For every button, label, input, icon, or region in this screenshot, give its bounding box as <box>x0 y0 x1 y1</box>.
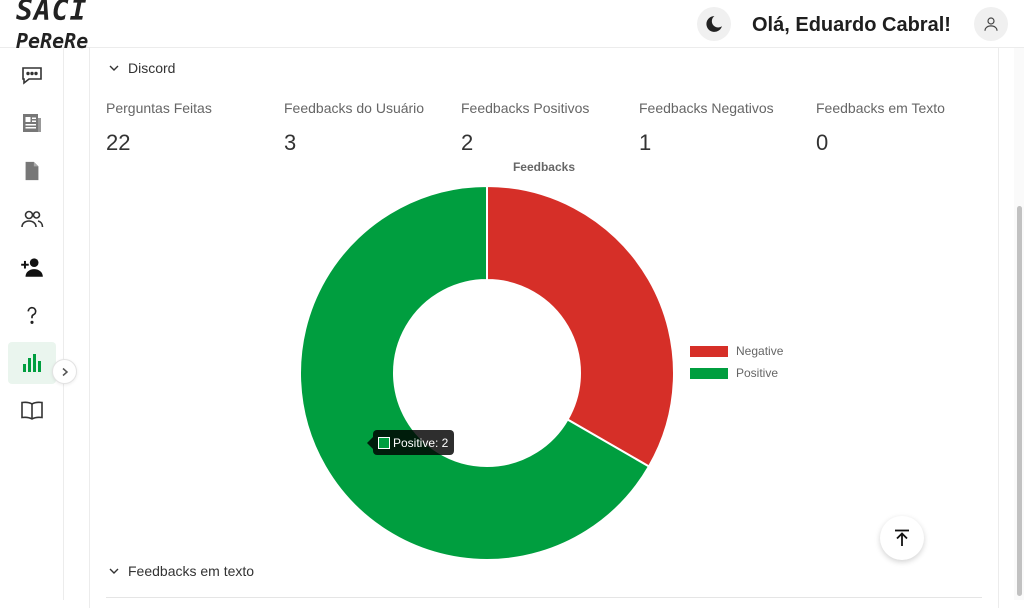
legend-label: Positive <box>736 366 779 380</box>
moon-icon <box>706 16 722 32</box>
sidebar <box>0 48 77 600</box>
chevron-right-icon <box>62 367 68 376</box>
section-divider <box>106 597 982 598</box>
legend-swatch <box>690 345 728 357</box>
discord-section-label: Discord <box>128 60 176 76</box>
users-icon <box>21 210 44 228</box>
book-icon <box>21 401 43 420</box>
stat-feedbacks-negativos: Feedbacks Negativos 1 <box>639 100 774 156</box>
stat-value: 22 <box>106 130 131 155</box>
chart-title: Feedbacks <box>512 160 576 174</box>
app-logo[interactable]: SACI PeReRe <box>16 0 88 52</box>
top-bar: SACI PeReRe Olá, Eduardo Cabral! <box>0 0 1024 52</box>
help-icon <box>27 306 37 324</box>
tooltip-swatch <box>378 436 390 449</box>
chart-legend: Negative Positive <box>690 340 783 384</box>
stat-label: Feedbacks em Texto <box>816 100 945 116</box>
sidebar-expand-button[interactable] <box>52 359 77 384</box>
sidebar-item-help[interactable] <box>8 294 56 336</box>
logo-line-1: SACI <box>16 0 88 27</box>
stat-value: 2 <box>461 130 474 155</box>
legend-label: Negative <box>736 344 784 358</box>
user-greeting: Olá, Eduardo Cabral! <box>752 14 951 36</box>
donut-slice-negative[interactable] <box>486 184 675 468</box>
bar-chart-icon <box>23 354 41 372</box>
newspaper-icon <box>23 114 41 132</box>
sidebar-item-add-user[interactable] <box>8 246 56 288</box>
stat-value: 1 <box>639 130 652 155</box>
scrollbar-thumb[interactable] <box>1017 206 1022 596</box>
theme-toggle-button[interactable] <box>697 7 731 41</box>
stat-feedbacks-texto: Feedbacks em Texto 0 <box>816 100 945 156</box>
arrow-up-to-line-icon <box>895 529 909 546</box>
legend-swatch <box>690 367 728 379</box>
feedback-donut-chart[interactable] <box>290 176 684 570</box>
stat-label: Feedbacks Positivos <box>461 100 590 116</box>
chevron-down-icon <box>109 568 119 574</box>
chevron-down-icon <box>109 65 119 71</box>
user-menu-button[interactable] <box>974 7 1008 41</box>
chart-tooltip: Positive: 2 <box>367 430 455 455</box>
stat-label: Feedbacks do Usuário <box>284 100 425 116</box>
sidebar-item-news[interactable] <box>8 102 56 144</box>
legend-item-positive[interactable]: Positive <box>690 362 783 384</box>
text-feedback-section-label: Feedbacks em texto <box>128 563 255 579</box>
discord-section-toggle[interactable]: Discord <box>108 60 175 76</box>
tooltip-arrow <box>367 437 373 449</box>
text-feedback-section-toggle[interactable]: Feedbacks em texto <box>108 563 254 579</box>
stat-perguntas: Perguntas Feitas 22 <box>106 100 212 156</box>
chat-icon <box>22 67 42 85</box>
scroll-to-top-button[interactable] <box>880 516 924 560</box>
sidebar-item-users[interactable] <box>8 198 56 240</box>
stat-value: 0 <box>816 130 829 155</box>
sidebar-item-docs[interactable] <box>8 390 56 432</box>
legend-item-negative[interactable]: Negative <box>690 340 783 362</box>
tooltip-text: Positive: 2 <box>393 435 449 450</box>
stat-feedbacks-usuario: Feedbacks do Usuário 3 <box>284 100 424 156</box>
add-user-icon <box>21 258 43 277</box>
user-icon <box>984 17 998 31</box>
stat-value: 3 <box>284 130 297 155</box>
stat-label: Feedbacks Negativos <box>639 100 774 116</box>
sidebar-item-analytics[interactable] <box>8 342 56 384</box>
stat-label: Perguntas Feitas <box>106 100 212 116</box>
stat-feedbacks-positivos: Feedbacks Positivos 2 <box>461 100 589 156</box>
sidebar-item-chat[interactable] <box>8 54 56 96</box>
